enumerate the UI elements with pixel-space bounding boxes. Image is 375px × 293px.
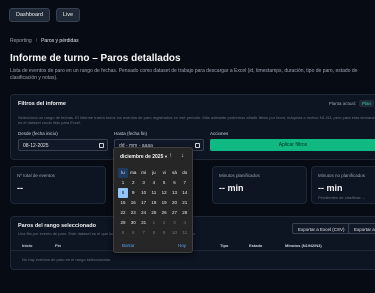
- calendar-day[interactable]: 8: [118, 188, 128, 198]
- plant-badge: Plan: [358, 100, 374, 107]
- calendar-day[interactable]: 26: [159, 208, 169, 218]
- calendar-day[interactable]: 27: [169, 208, 179, 218]
- breadcrumb-root[interactable]: Reporting: [10, 38, 32, 44]
- calendar-day[interactable]: 10: [139, 188, 149, 198]
- calendar-day[interactable]: 28: [180, 208, 190, 218]
- weekday-header: ju: [152, 170, 156, 175]
- calendar-day[interactable]: 3: [139, 178, 149, 188]
- calendar-day[interactable]: 15: [118, 198, 128, 208]
- calendar-day[interactable]: 22: [118, 208, 128, 218]
- page-title: Informe de turno – Paros detallados: [10, 53, 181, 64]
- calendar-day[interactable]: 16: [128, 198, 138, 208]
- column-header: Inicio: [22, 243, 33, 248]
- empty-message: No hay eventos de paro en el rango selec…: [22, 257, 112, 262]
- calendar-day[interactable]: 24: [139, 208, 149, 218]
- calendar-day[interactable]: 9: [128, 188, 138, 198]
- weekday-header: mi: [141, 170, 146, 175]
- calendar-day[interactable]: 2: [128, 178, 138, 188]
- calendar-day[interactable]: 7: [139, 228, 149, 238]
- calendar-day[interactable]: 9: [159, 228, 169, 238]
- calendar-day[interactable]: 1: [149, 218, 159, 228]
- calendar-day[interactable]: 30: [128, 218, 138, 228]
- stat-label: Minutos planificados: [219, 173, 260, 178]
- calendar-day[interactable]: 11: [149, 188, 159, 198]
- calendar-day[interactable]: 7: [180, 178, 190, 188]
- calendar-day[interactable]: 12: [159, 188, 169, 198]
- column-header: Tipo: [220, 243, 229, 248]
- live-button[interactable]: Live: [55, 8, 81, 22]
- calendar-day[interactable]: 25: [149, 208, 159, 218]
- plant-indicator: Planta actual: Plan: [329, 100, 374, 107]
- dashboard-button[interactable]: Dashboard: [9, 8, 50, 22]
- calendar-day[interactable]: 11: [180, 228, 190, 238]
- plant-label: Planta actual:: [328, 101, 356, 106]
- to-date-label: Hasta (fecha fin): [114, 131, 148, 136]
- calendar-day[interactable]: 5: [159, 178, 169, 188]
- stat-card-unplanned-minutes: Minutos no planificados -- min Pendiente…: [311, 166, 375, 204]
- calendar-day[interactable]: 21: [180, 198, 190, 208]
- stat-value: -- min: [219, 183, 244, 193]
- stat-card-planned-minutes: Minutos planificados -- min: [212, 166, 307, 204]
- today-button[interactable]: Hoy: [178, 243, 186, 248]
- calendar-day[interactable]: 3: [169, 218, 179, 228]
- calendar-day[interactable]: 23: [128, 208, 138, 218]
- table-header: Inicio Fin Tipo Estado Minutos (N1/N2/N3…: [11, 241, 375, 251]
- calendar-day[interactable]: 31: [139, 218, 149, 228]
- stat-value: -- min: [318, 183, 343, 193]
- clear-button[interactable]: Borrar: [122, 243, 135, 248]
- breadcrumb: Reporting / Paros y pérdidas: [10, 38, 79, 44]
- calendar-day[interactable]: 29: [118, 218, 128, 228]
- weekday-header: do: [182, 170, 188, 175]
- weekday-header: vi: [162, 170, 166, 175]
- breadcrumb-separator: /: [35, 38, 38, 44]
- breadcrumb-current: Paros y pérdidas: [41, 38, 79, 44]
- weekday-header: lu: [118, 168, 128, 178]
- date-picker-popup: diciembre de 2025 ▼ ↑ ↓ lu ma mi ju vi sá do 1 2…: [113, 147, 193, 253]
- stat-value: --: [17, 183, 23, 193]
- apply-filters-button[interactable]: Aplicar filtros: [210, 139, 375, 151]
- filters-title: Filtros del informe: [18, 101, 66, 107]
- page-description: Lista de eventos de paro en un rango de …: [10, 68, 358, 81]
- column-header: Fin: [55, 243, 61, 248]
- calendar-day[interactable]: 6: [128, 228, 138, 238]
- weekday-header: sá: [172, 170, 177, 175]
- from-date-field[interactable]: 08-12-2025: [18, 139, 108, 151]
- export-pdf-button[interactable]: Exportar a P: [348, 223, 375, 234]
- stat-label: Minutos no planificados: [318, 173, 366, 178]
- stat-card-total-events: Nº total de eventos --: [10, 166, 106, 204]
- calendar-grid: lu ma mi ju vi sá do 1 2 3 4 5 6 7 8 9 10 11 12 13 14 15 16 17 1…: [118, 168, 190, 238]
- calendar-day[interactable]: 20: [169, 198, 179, 208]
- arrow-up-icon[interactable]: ↑: [169, 153, 172, 159]
- calendar-day[interactable]: 4: [180, 218, 190, 228]
- calendar-day[interactable]: 4: [149, 178, 159, 188]
- column-header: Estado: [249, 243, 263, 248]
- month-selector[interactable]: diciembre de 2025: [120, 154, 163, 160]
- column-header: Minutos (N1/N2/N3): [285, 243, 322, 248]
- range-title: Paros del rango seleccionado: [18, 223, 96, 229]
- export-csv-button[interactable]: Exportar a Excel (CSV): [292, 223, 351, 234]
- chevron-down-icon[interactable]: ▼: [164, 154, 168, 159]
- arrow-down-icon[interactable]: ↓: [181, 153, 184, 159]
- calendar-day[interactable]: 17: [139, 198, 149, 208]
- stat-sub: Pendientes de clasificar: --: [318, 195, 366, 200]
- calendar-day[interactable]: 2: [159, 218, 169, 228]
- calendar-day[interactable]: 5: [118, 228, 128, 238]
- calendar-icon[interactable]: [195, 143, 200, 148]
- actions-label: Acciones: [210, 131, 229, 136]
- filters-description: Selecciona un rango de fechas. El inform…: [18, 115, 375, 125]
- calendar-day[interactable]: 13: [169, 188, 179, 198]
- stat-label: Nº total de eventos: [17, 173, 55, 178]
- calendar-day[interactable]: 19: [159, 198, 169, 208]
- calendar-day[interactable]: 1: [118, 178, 128, 188]
- calendar-day[interactable]: 14: [180, 188, 190, 198]
- weekday-header: ma: [130, 170, 137, 175]
- calendar-icon[interactable]: [99, 143, 104, 148]
- calendar-day[interactable]: 18: [149, 198, 159, 208]
- top-nav: Dashboard Live: [9, 8, 81, 22]
- calendar-day[interactable]: 10: [169, 228, 179, 238]
- from-date-label: Desde (fecha inicio): [18, 131, 58, 136]
- calendar-day[interactable]: 6: [169, 178, 179, 188]
- from-date-value: 08-12-2025: [23, 143, 49, 149]
- calendar-day[interactable]: 8: [149, 228, 159, 238]
